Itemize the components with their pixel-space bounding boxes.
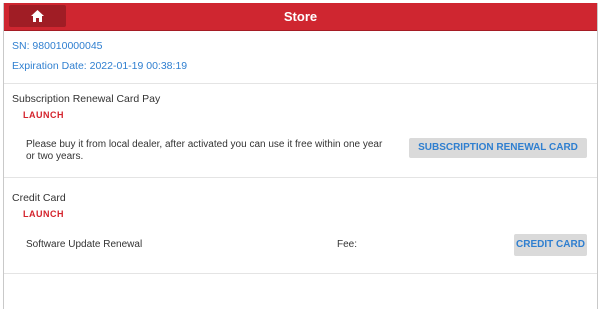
home-icon [31, 10, 44, 22]
credit-card-section-title: Credit Card [12, 192, 66, 204]
divider [4, 177, 597, 178]
fee-label: Fee: [337, 239, 358, 250]
subscription-section-title: Subscription Renewal Card Pay [12, 93, 161, 105]
serial-number: SN: 980010000045 [12, 40, 103, 52]
launch-logo: LAUNCH [23, 209, 64, 219]
home-button[interactable] [9, 5, 66, 27]
credit-card-button[interactable]: CREDIT CARD [514, 234, 587, 256]
store-window: Store SN: 980010000045 Expiration Date: … [3, 3, 598, 309]
software-update-renewal-label: Software Update Renewal [26, 239, 143, 250]
top-bar: Store [4, 3, 597, 31]
page-title: Store [283, 9, 318, 24]
expiration-date: Expiration Date: 2022-01-19 00:38:19 [12, 60, 188, 72]
subscription-description: Please buy it from local dealer, after a… [26, 139, 383, 162]
subscription-renewal-card-button[interactable]: SUBSCRIPTION RENEWAL CARD [409, 138, 587, 158]
launch-logo: LAUNCH [23, 110, 64, 120]
divider [4, 273, 597, 274]
divider [4, 83, 597, 84]
